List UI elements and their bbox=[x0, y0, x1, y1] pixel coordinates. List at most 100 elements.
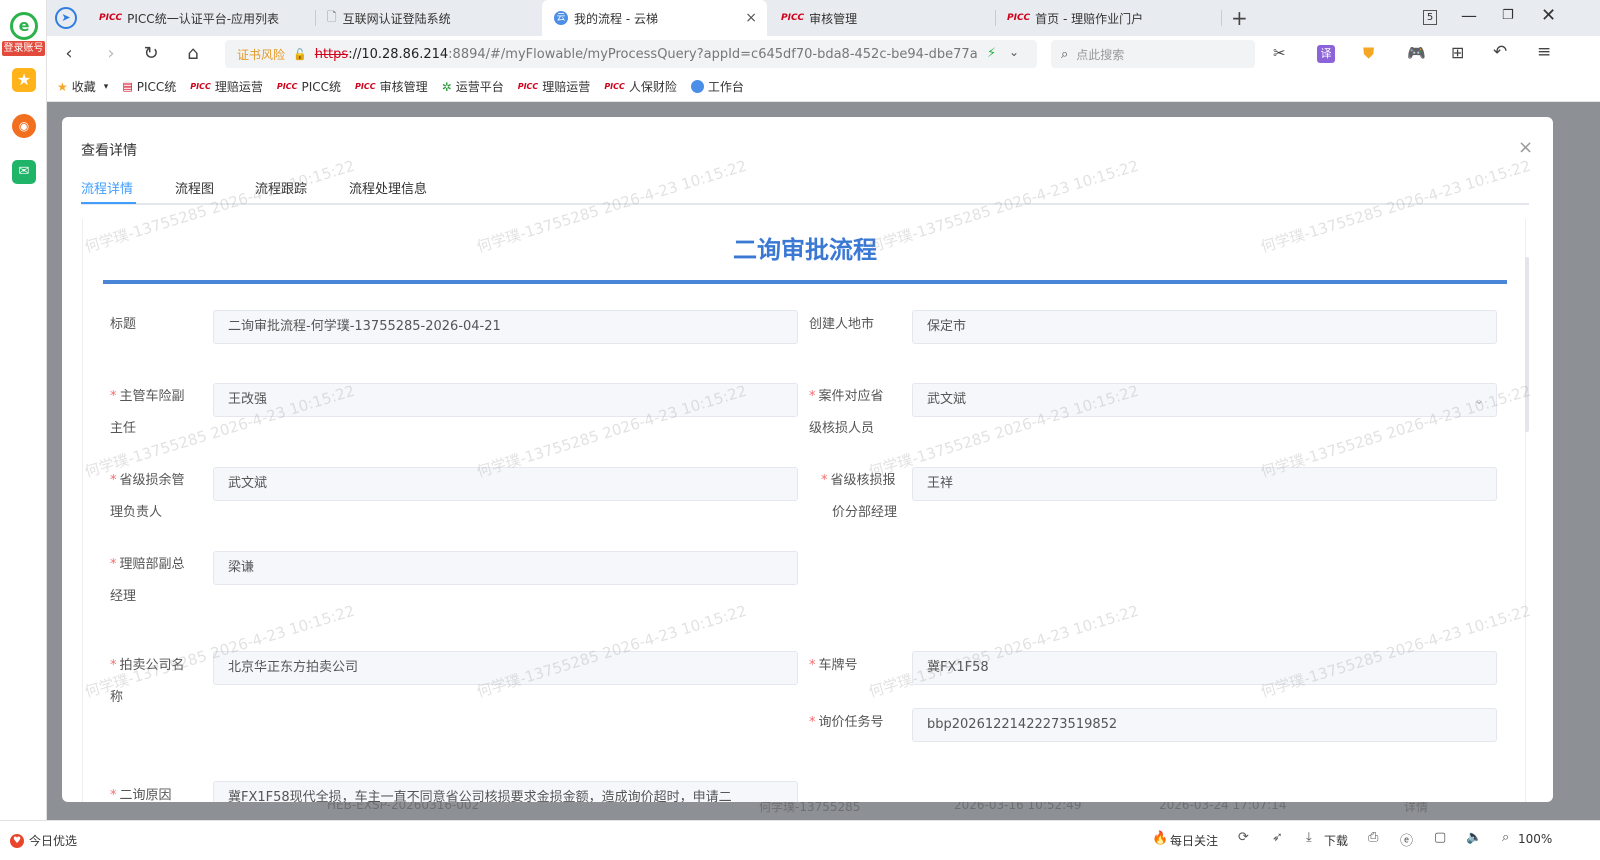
picc-logo-icon: PICC bbox=[604, 82, 625, 91]
bookmark-item[interactable]: PICC 理赔运营 bbox=[190, 78, 263, 95]
dialog-close-icon[interactable]: × bbox=[1518, 137, 1533, 158]
new-tab-button[interactable]: + bbox=[1231, 6, 1248, 30]
minimize-icon[interactable]: — bbox=[1461, 6, 1477, 25]
print-icon[interactable]: ⎙ bbox=[1368, 830, 1378, 845]
download-icon[interactable]: ⤓ bbox=[1306, 830, 1312, 845]
menu-icon[interactable]: ≡ bbox=[1537, 42, 1551, 62]
apps-grid-icon[interactable]: ⊞ bbox=[1451, 43, 1464, 62]
rocket-icon[interactable]: ➶ bbox=[1272, 830, 1283, 845]
browser-tab-my-process[interactable]: 云 我的流程 - 云梯 × bbox=[542, 0, 767, 36]
picc-doc-icon: ▤ bbox=[122, 80, 133, 93]
insecure-lock-icon: 🔓 bbox=[293, 47, 307, 61]
bookmark-item[interactable]: ✲ 运营平台 bbox=[442, 78, 504, 95]
address-toolbar: ‹ › ↻ ⌂ 证书风险 🔓 https ://10.28.86.214 :88… bbox=[47, 36, 1600, 72]
inquiry-task-input[interactable]: bbp20261221422273519852 bbox=[912, 708, 1497, 742]
browser-sidebar: e 登录账号 ★ ◉ ✉ bbox=[0, 0, 47, 820]
forward-icon[interactable]: › bbox=[99, 42, 123, 66]
browser-tab-audit[interactable]: PICC 审核管理 bbox=[769, 0, 994, 36]
undo-icon[interactable]: ↶ bbox=[1493, 42, 1507, 62]
weibo-icon[interactable]: ◉ bbox=[12, 114, 36, 138]
close-tab-icon[interactable]: × bbox=[745, 10, 757, 26]
pricing-manager-input[interactable]: 王祥 bbox=[912, 467, 1497, 501]
claims-vp-label: * 理赔部副总 经理 bbox=[110, 557, 185, 604]
auction-company-label: * 拍卖公司名称 bbox=[110, 658, 185, 705]
director-input[interactable]: 王改强 bbox=[213, 383, 798, 417]
restore-icon[interactable]: ❐ bbox=[1502, 8, 1514, 23]
gamepad-icon[interactable]: 🎮 bbox=[1407, 44, 1426, 62]
bookmark-favorites[interactable]: ★ 收藏 ▾ bbox=[57, 78, 108, 95]
province-person-select[interactable]: 武文斌 ⌄ bbox=[912, 383, 1497, 417]
picc-logo-icon: PICC bbox=[1007, 13, 1031, 23]
city-label: 创建人地市 bbox=[809, 317, 875, 332]
bookmark-item[interactable]: PICC 理赔运营 bbox=[518, 78, 591, 95]
login-badge[interactable]: 登录账号 bbox=[2, 41, 45, 56]
url-host: ://10.28.86.214 bbox=[348, 46, 449, 62]
today-picks-link[interactable]: 今日优选 bbox=[29, 832, 77, 849]
yunti-icon: 云 bbox=[554, 11, 568, 25]
bookmark-item[interactable]: PICC PICC统 bbox=[277, 78, 341, 95]
close-window-icon[interactable]: ✕ bbox=[1541, 5, 1556, 26]
residual-manager-input[interactable]: 武文斌 bbox=[213, 467, 798, 501]
daily-focus-link[interactable]: 每日关注 bbox=[1170, 832, 1218, 849]
tab-handling-info[interactable]: 流程处理信息 bbox=[349, 178, 427, 197]
today-picks-icon[interactable]: ♥ bbox=[10, 834, 24, 848]
picc-logo-icon: PICC bbox=[276, 82, 298, 91]
scrollbar-track[interactable] bbox=[1525, 257, 1529, 432]
bookmark-item[interactable]: PICC 审核管理 bbox=[355, 78, 428, 95]
reason-textarea[interactable]: 冀FX1F58现代全损，车主一直不同意省公司核损要求金损金额，造成询价超时，申请… bbox=[213, 781, 798, 802]
director-label: * 主管车险副 主任 bbox=[110, 389, 185, 436]
back-icon[interactable]: ‹ bbox=[57, 42, 81, 66]
chevron-down-icon[interactable]: ⌄ bbox=[1009, 45, 1019, 59]
picc-logo-icon: PICC bbox=[355, 82, 376, 91]
inquiry-task-label: * 询价任务号 bbox=[809, 715, 884, 730]
picc-logo-icon: PICC bbox=[781, 13, 805, 23]
browser-logo-icon[interactable]: e bbox=[10, 12, 38, 40]
zoom-icon[interactable]: ⌕ bbox=[1502, 830, 1509, 845]
auction-company-input[interactable]: 北京华正东方拍卖公司 bbox=[213, 651, 798, 685]
cert-warning[interactable]: 证书风险 bbox=[237, 46, 285, 63]
detail-dialog: 何学璞-13755285 2026-4-23 10:15:22 何学璞-13755… bbox=[62, 117, 1553, 802]
ie-icon[interactable]: ⓔ bbox=[1400, 830, 1413, 849]
browser-tab-internet-auth[interactable]: 🗋 互联网认证登陆系统 bbox=[315, 0, 540, 36]
tab-count-badge[interactable]: 5 bbox=[1423, 10, 1437, 25]
picc-logo-icon: PICC bbox=[190, 82, 211, 91]
bookmark-bar: ★ 收藏 ▾ ▤ PICC统 PICC 理赔运营 PICC PICC统 PICC 审核管理 … bbox=[47, 72, 1600, 102]
mail-icon[interactable]: ✉ bbox=[12, 160, 36, 184]
claims-vp-input[interactable]: 梁谦 bbox=[213, 551, 798, 585]
window-icon[interactable]: ▢ bbox=[1434, 830, 1446, 845]
url-bar[interactable]: 证书风险 🔓 https ://10.28.86.214 :8894/#/myF… bbox=[225, 40, 1037, 68]
tab-flow-trace[interactable]: 流程跟踪 bbox=[255, 178, 307, 197]
picc-logo-icon: PICC bbox=[99, 13, 123, 23]
url-scheme: https bbox=[314, 46, 349, 62]
plate-input[interactable]: 冀FX1F58 bbox=[912, 651, 1497, 685]
province-person-label: * 案件对应省 级核损人员 bbox=[809, 389, 884, 436]
page-icon: 🗋 bbox=[327, 9, 337, 24]
search-input[interactable]: ⌕ 点此搜索 bbox=[1051, 40, 1255, 68]
tab-process-detail[interactable]: 流程详情 bbox=[81, 178, 133, 197]
pricing-manager-label: * 省级核损报 价分部经理 bbox=[821, 473, 898, 520]
shield-icon[interactable]: ⛊ bbox=[1363, 44, 1374, 62]
zoom-level[interactable]: 100% bbox=[1518, 832, 1552, 846]
scissors-icon[interactable]: ✂ bbox=[1273, 44, 1286, 62]
home-icon[interactable]: ⌂ bbox=[181, 42, 205, 66]
bookmark-item[interactable]: 工作台 bbox=[690, 78, 744, 95]
browser-tab-claims-portal[interactable]: PICC 首页 - 理赔作业门户 bbox=[995, 0, 1220, 36]
download-link[interactable]: 下载 bbox=[1324, 832, 1348, 849]
bookmark-item[interactable]: PICC 人保财险 bbox=[604, 78, 677, 95]
title-input[interactable]: 二询审批流程-何学璞-13755285-2026-04-21 bbox=[213, 310, 798, 344]
navigation-compass-icon[interactable]: ➤ bbox=[55, 7, 77, 29]
bookmark-item[interactable]: ▤ PICC统 bbox=[122, 78, 176, 95]
favorites-star-icon[interactable]: ★ bbox=[12, 68, 36, 92]
tab-flow-chart[interactable]: 流程图 bbox=[175, 178, 214, 197]
volume-icon[interactable]: 🔈 bbox=[1466, 830, 1482, 845]
form-title: 二询审批流程 bbox=[733, 236, 877, 264]
tab-active-underline bbox=[81, 202, 136, 204]
reason-label: * 二询原因 bbox=[110, 788, 172, 802]
chevron-down-icon: ▾ bbox=[103, 81, 109, 92]
translate-icon[interactable]: 译 bbox=[1317, 45, 1335, 63]
reload-icon[interactable]: ↻ bbox=[139, 42, 163, 66]
refresh-icon[interactable]: ⟳ bbox=[1238, 830, 1249, 845]
browser-tab-picc-apps[interactable]: PICC PICC统一认证平台-应用列表 bbox=[87, 0, 315, 36]
city-input[interactable]: 保定市 bbox=[912, 310, 1497, 344]
lightning-icon[interactable]: ⚡ bbox=[987, 46, 996, 61]
